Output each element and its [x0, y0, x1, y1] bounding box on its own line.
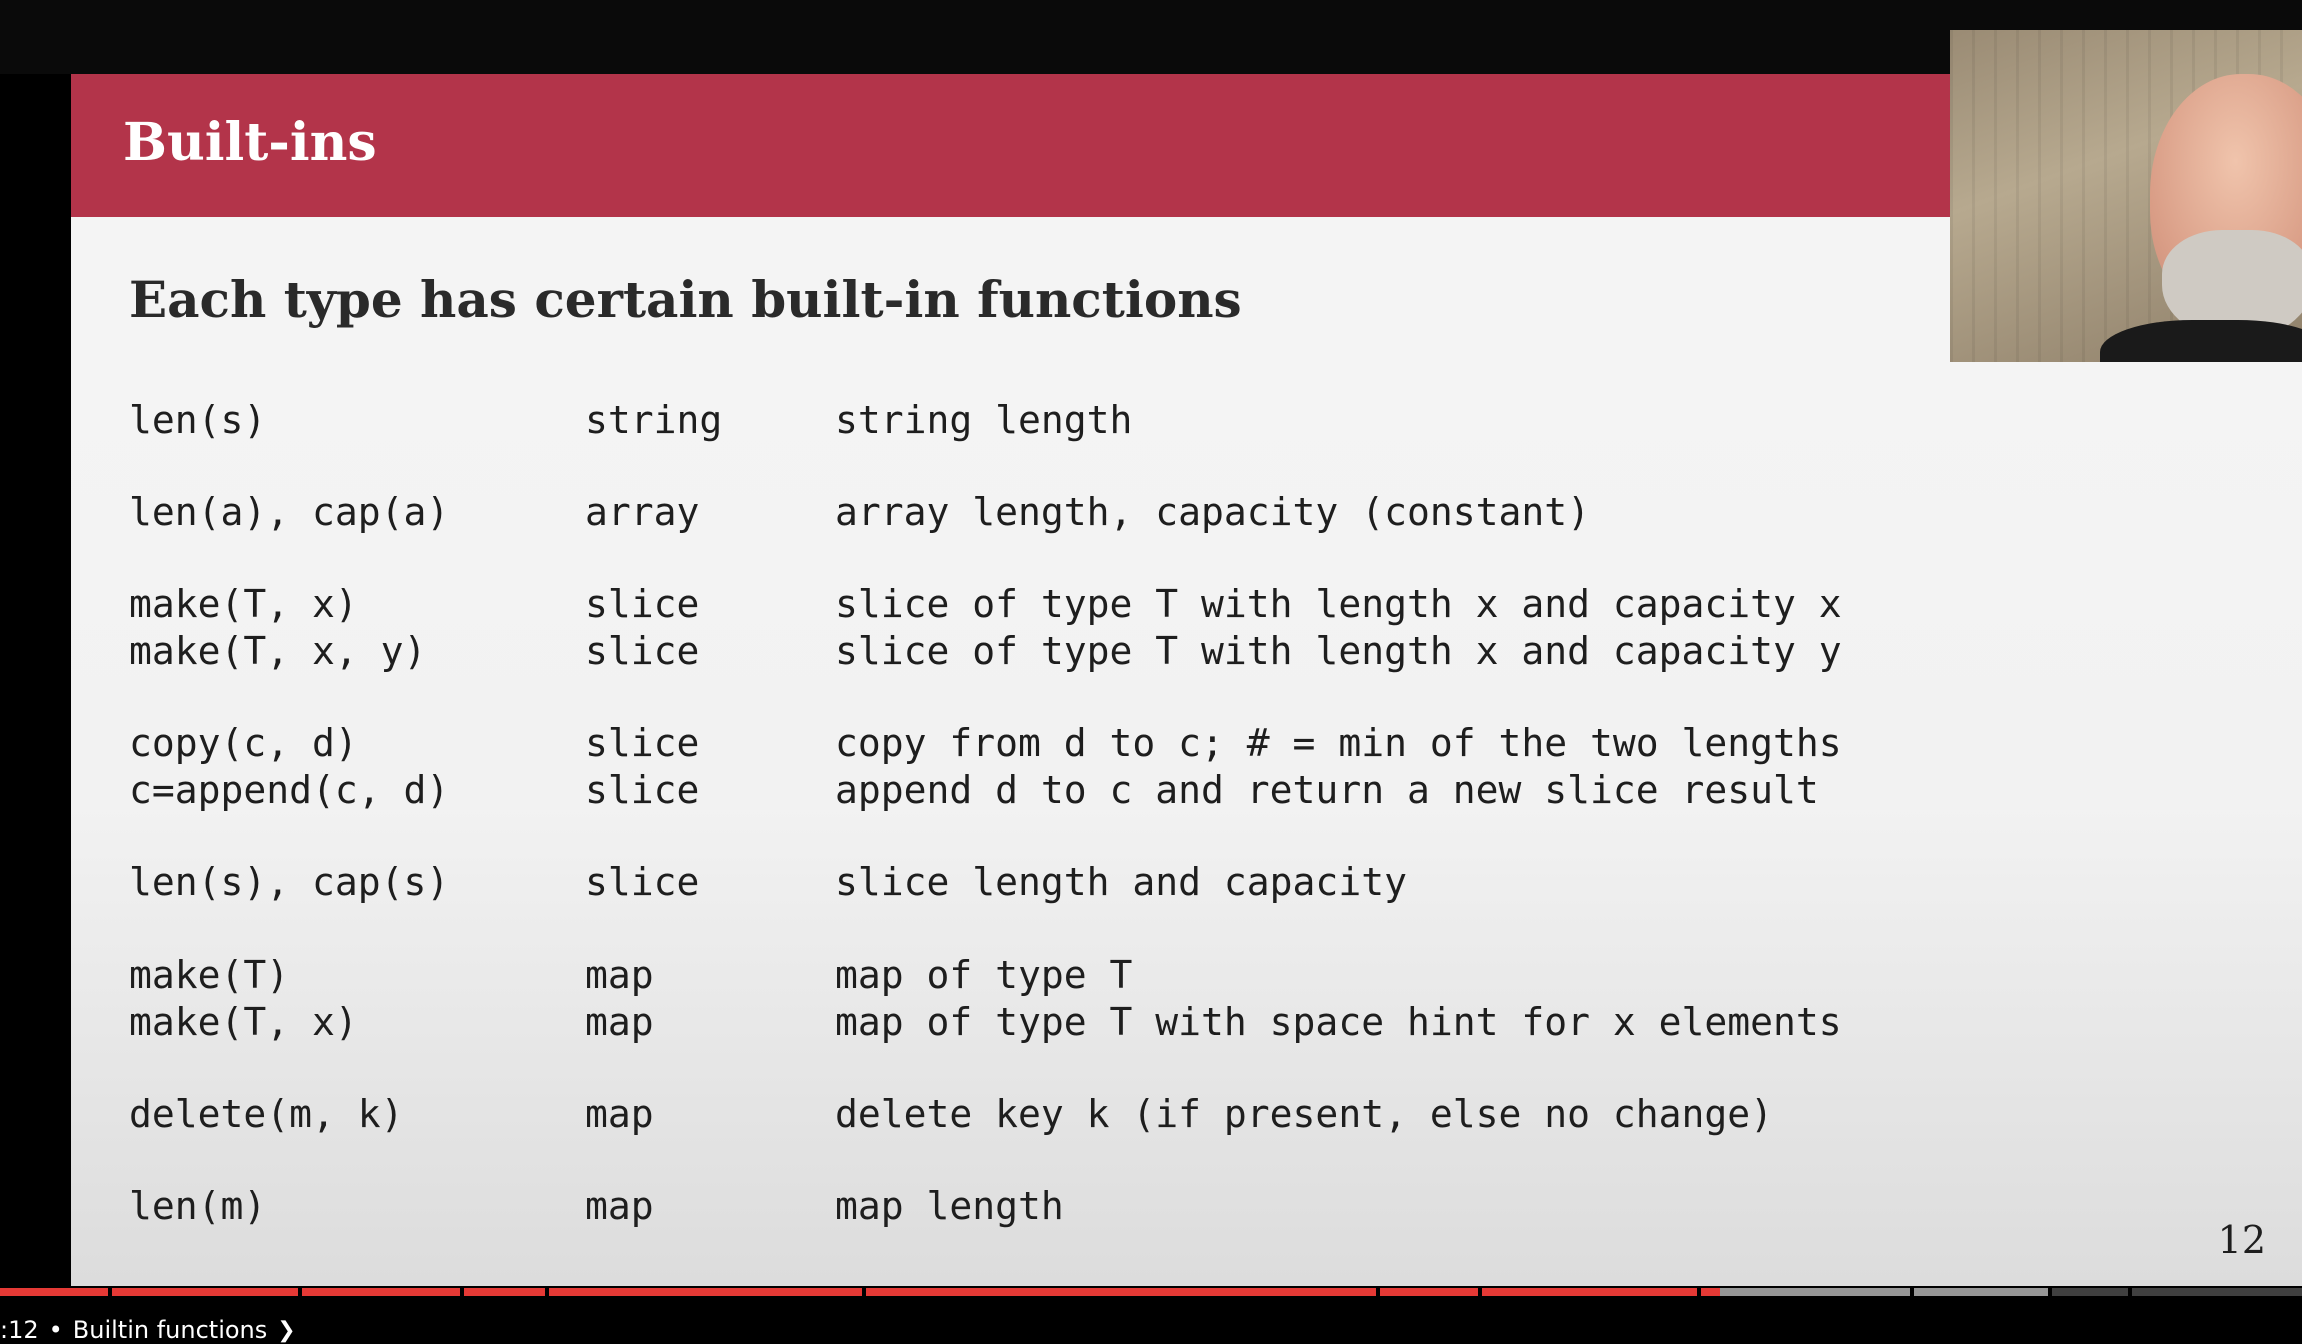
- description-cell: map of type T: [835, 953, 1133, 997]
- chapter-marker: [1376, 1288, 1380, 1296]
- chapter-marker: [1697, 1288, 1701, 1296]
- description-cell: delete key k (if present, else no change…: [835, 1092, 1773, 1136]
- function-cell: len(m): [129, 1184, 267, 1228]
- page-number: 12: [2217, 1218, 2266, 1262]
- description-cell: string length: [835, 398, 1133, 442]
- function-cell: make(T, x, y): [129, 629, 427, 673]
- type-cell: array: [585, 490, 700, 534]
- chapter-marker: [2048, 1288, 2052, 1296]
- chapter-marker: [108, 1288, 112, 1296]
- table-row: make(T, x) slice slice of type T with le…: [129, 582, 2029, 628]
- description-cell: array length, capacity (constant): [835, 490, 1590, 534]
- table-row: copy(c, d) slice copy from d to c; # = m…: [129, 721, 2029, 767]
- presenter-webcam: [1950, 30, 2302, 362]
- table-row: len(m) map map length: [129, 1184, 2029, 1230]
- chapter-title: Builtin functions: [72, 1316, 268, 1344]
- function-cell: len(s), cap(s): [129, 860, 450, 904]
- table-row: make(T, x, y) slice slice of type T with…: [129, 629, 2029, 675]
- description-cell: slice of type T with length x and capaci…: [835, 582, 1842, 626]
- function-cell: c=append(c, d): [129, 768, 450, 812]
- type-cell: map: [585, 1000, 654, 1044]
- function-cell: copy(c, d): [129, 721, 358, 765]
- chapter-marker: [2128, 1288, 2132, 1296]
- description-cell: append d to c and return a new slice res…: [835, 768, 1819, 812]
- function-cell: make(T): [129, 953, 290, 997]
- type-cell: string: [585, 398, 723, 442]
- type-cell: slice: [585, 721, 700, 765]
- chapter-time: :12: [0, 1316, 39, 1344]
- table-row: delete(m, k) map delete key k (if presen…: [129, 1092, 2029, 1138]
- function-cell: len(s): [129, 398, 267, 442]
- function-cell: len(a), cap(a): [129, 490, 450, 534]
- type-cell: slice: [585, 860, 700, 904]
- chapter-marker: [1910, 1288, 1914, 1296]
- chevron-right-icon: ❯: [277, 1317, 296, 1343]
- description-cell: copy from d to c; # = min of the two len…: [835, 721, 1842, 765]
- description-cell: slice length and capacity: [835, 860, 1407, 904]
- description-cell: slice of type T with length x and capaci…: [835, 629, 1842, 673]
- table-row: len(s) string string length: [129, 398, 2029, 444]
- chapter-marker: [298, 1288, 302, 1296]
- played-bar: [0, 1288, 1720, 1296]
- function-cell: make(T, x): [129, 1000, 358, 1044]
- chapter-indicator[interactable]: :12 • Builtin functions ❯: [0, 1316, 296, 1344]
- description-cell: map length: [835, 1184, 1064, 1228]
- table-row: len(s), cap(s) slice slice length and ca…: [129, 860, 2029, 906]
- type-cell: slice: [585, 768, 700, 812]
- table-row: make(T) map map of type T: [129, 953, 2029, 999]
- function-cell: delete(m, k): [129, 1092, 404, 1136]
- type-cell: map: [585, 953, 654, 997]
- chapter-marker: [545, 1288, 549, 1296]
- description-cell: map of type T with space hint for x elem…: [835, 1000, 1842, 1044]
- chapter-marker: [1478, 1288, 1482, 1296]
- video-progress-bar[interactable]: [0, 1288, 2302, 1296]
- table-row: c=append(c, d) slice append d to c and r…: [129, 768, 2029, 814]
- type-cell: map: [585, 1092, 654, 1136]
- chapter-separator: •: [48, 1316, 63, 1344]
- type-cell: slice: [585, 629, 700, 673]
- table-row: make(T, x) map map of type T with space …: [129, 1000, 2029, 1046]
- table-row: len(a), cap(a) array array length, capac…: [129, 490, 2029, 536]
- chapter-marker: [862, 1288, 866, 1296]
- function-cell: make(T, x): [129, 582, 358, 626]
- type-cell: slice: [585, 582, 700, 626]
- presenter-shirt: [2100, 320, 2302, 362]
- chapter-marker: [460, 1288, 464, 1296]
- type-cell: map: [585, 1184, 654, 1228]
